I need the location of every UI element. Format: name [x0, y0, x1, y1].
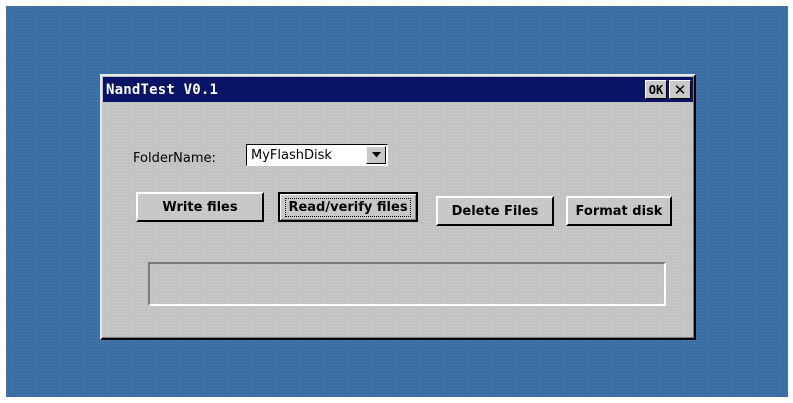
- delete-files-button[interactable]: Delete Files: [436, 196, 554, 226]
- close-button[interactable]: ✕: [669, 80, 691, 99]
- folder-name-value: MyFlashDisk: [251, 147, 332, 163]
- write-files-label: Write files: [162, 199, 238, 215]
- read-verify-files-label: Read/verify files: [285, 197, 411, 217]
- folder-name-combobox[interactable]: MyFlashDisk: [246, 144, 388, 166]
- close-icon: ✕: [673, 80, 687, 99]
- format-disk-button[interactable]: Format disk: [566, 196, 672, 226]
- dropdown-button[interactable]: [366, 146, 386, 164]
- ok-button[interactable]: OK: [645, 80, 667, 99]
- read-verify-files-button[interactable]: Read/verify files: [278, 192, 418, 222]
- nandtest-dialog: NandTest V0.1 OK ✕ FolderName: MyFlashDi…: [100, 74, 696, 340]
- status-panel: [148, 262, 666, 306]
- window-title: NandTest V0.1: [106, 81, 219, 98]
- folder-name-label: FolderName:: [133, 151, 216, 166]
- format-disk-label: Format disk: [575, 203, 663, 219]
- chevron-down-icon: [371, 152, 381, 158]
- title-bar[interactable]: NandTest V0.1 OK ✕: [103, 77, 693, 102]
- write-files-button[interactable]: Write files: [136, 192, 264, 222]
- delete-files-label: Delete Files: [451, 203, 539, 219]
